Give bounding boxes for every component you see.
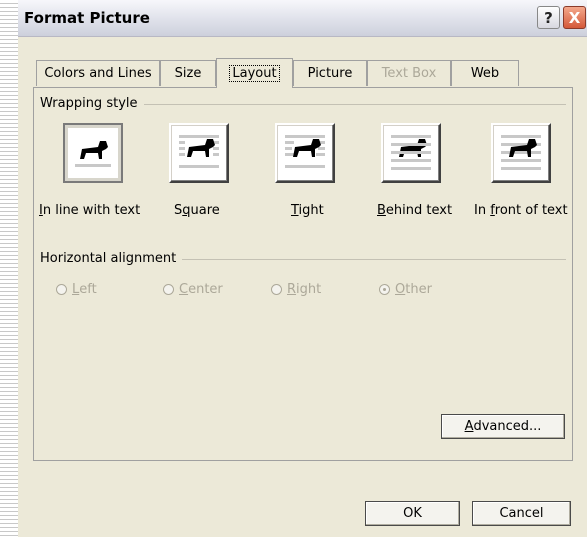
radio-right: Right bbox=[271, 282, 321, 297]
advanced-button[interactable]: Advanced... bbox=[441, 414, 565, 439]
square-wrap-icon bbox=[179, 135, 219, 168]
wrap-in-front-label: In front of text bbox=[474, 203, 568, 218]
horizontal-alignment-label: Horizontal alignment bbox=[40, 251, 183, 266]
document-ruler bbox=[0, 0, 19, 537]
in-line-with-text-icon bbox=[75, 141, 111, 167]
tab-size[interactable]: Size bbox=[160, 60, 216, 86]
wrap-tight-label: Tight bbox=[291, 203, 324, 218]
wrap-square-button[interactable] bbox=[169, 123, 229, 183]
wrap-behind-text-button[interactable] bbox=[381, 123, 441, 183]
dialog-title: Format Picture bbox=[24, 9, 150, 27]
help-button[interactable]: ? bbox=[537, 6, 560, 29]
close-icon: X bbox=[568, 8, 581, 27]
wrap-behind-text-label: Behind text bbox=[377, 203, 453, 218]
behind-text-icon bbox=[391, 135, 431, 170]
radio-circle bbox=[163, 284, 174, 295]
tab-label: Colors and Lines bbox=[44, 66, 152, 81]
radio-circle bbox=[271, 284, 282, 295]
cancel-button[interactable]: Cancel bbox=[472, 501, 571, 526]
title-bar[interactable]: Format Picture ? X bbox=[18, 0, 587, 37]
wrapping-style-label: Wrapping style bbox=[40, 96, 144, 111]
tab-label: Layout bbox=[229, 65, 280, 82]
in-front-of-text-icon bbox=[501, 135, 541, 170]
radio-center: Center bbox=[163, 282, 223, 297]
format-picture-dialog: Format Picture ? X Colors and Lines Size… bbox=[18, 0, 587, 537]
wrap-tight-button[interactable] bbox=[275, 123, 335, 183]
cancel-label: Cancel bbox=[499, 506, 544, 521]
tab-web[interactable]: Web bbox=[451, 60, 519, 86]
tab-label: Size bbox=[174, 66, 202, 81]
wrap-in-line-label: In line with text bbox=[39, 203, 141, 218]
wrap-square-label: Square bbox=[174, 203, 220, 218]
layout-panel: Wrapping style In line with text Square … bbox=[33, 87, 573, 461]
radio-circle-checked bbox=[379, 284, 390, 295]
radio-circle bbox=[56, 284, 67, 295]
close-button[interactable]: X bbox=[563, 6, 586, 29]
wrap-in-line-button[interactable] bbox=[63, 123, 123, 183]
tab-label: Text Box bbox=[381, 66, 437, 81]
tab-picture[interactable]: Picture bbox=[293, 60, 367, 86]
ok-label: OK bbox=[403, 506, 422, 521]
tab-text-box: Text Box bbox=[367, 60, 451, 86]
tight-wrap-icon bbox=[285, 135, 325, 168]
tab-label: Web bbox=[470, 66, 500, 81]
tab-colors-and-lines[interactable]: Colors and Lines bbox=[36, 60, 160, 86]
tab-label: Picture bbox=[307, 66, 353, 81]
wrap-in-front-of-text-button[interactable] bbox=[491, 123, 551, 183]
ok-button[interactable]: OK bbox=[365, 501, 460, 526]
radio-other: Other bbox=[379, 282, 432, 297]
help-icon: ? bbox=[544, 8, 553, 27]
radio-left: Left bbox=[56, 282, 97, 297]
tab-layout[interactable]: Layout bbox=[216, 58, 293, 88]
tab-strip: Colors and Lines Size Layout Picture Tex… bbox=[33, 58, 573, 88]
